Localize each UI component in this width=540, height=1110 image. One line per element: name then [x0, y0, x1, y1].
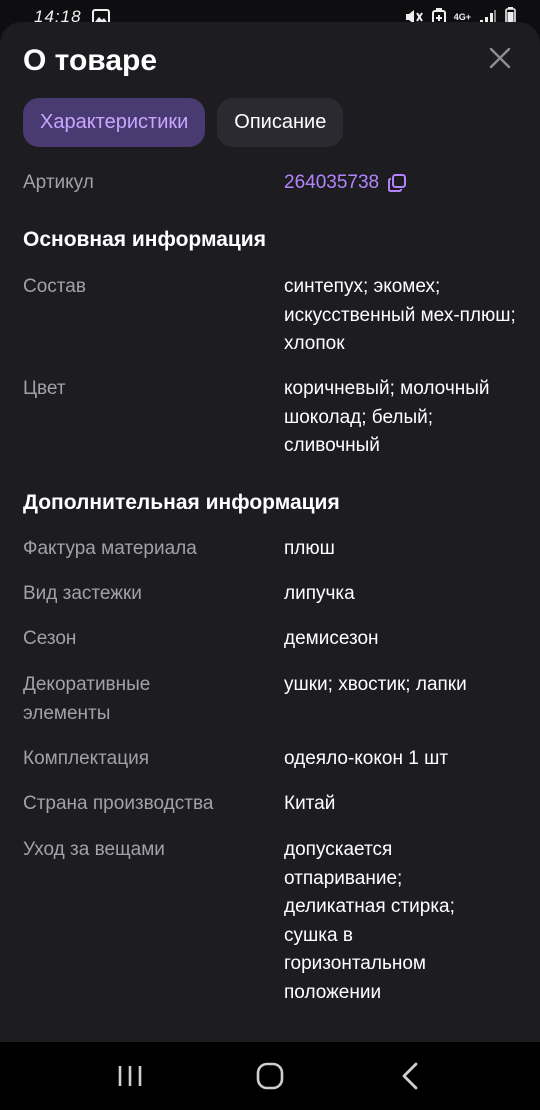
close-button[interactable]: [484, 42, 516, 74]
spec-value: допускается отпаривание; деликатная стир…: [284, 839, 455, 1003]
tab-description[interactable]: Описание: [217, 98, 344, 147]
spec-value: коричневый; молочный шоколад; белый; сли…: [284, 378, 490, 456]
spec-label: Состав: [23, 276, 86, 297]
spec-value: Китай: [284, 793, 336, 814]
spec-label: Декоративные элементы: [23, 674, 151, 724]
product-info-sheet: О товаре Характеристики Описание Артикул…: [0, 22, 540, 1042]
copy-icon: [388, 174, 407, 193]
navigation-bar: [0, 1042, 540, 1110]
spec-row: Уход за вещами допускается отпаривание; …: [23, 836, 523, 1007]
spec-row: Фактура материала плюш: [23, 535, 523, 564]
tab-characteristics[interactable]: Характеристики: [23, 98, 206, 147]
spec-row: Страна производства Китай: [23, 790, 523, 819]
spec-row: Комплектация одеяло-кокон 1 шт: [23, 745, 523, 774]
spec-row: Состав синтепух; экомех; искусственный м…: [23, 273, 523, 359]
section-title-main: Основная информация: [23, 228, 266, 251]
spec-value: одеяло-кокон 1 шт: [284, 748, 449, 769]
article-copy-button[interactable]: 264035738: [284, 169, 407, 198]
spec-label: Вид застежки: [23, 583, 142, 604]
back-icon: [402, 1062, 418, 1090]
recent-apps-icon: [118, 1066, 142, 1086]
spec-label: Уход за вещами: [23, 839, 165, 860]
spec-label: Сезон: [23, 628, 77, 649]
sheet-title: О товаре: [23, 44, 158, 77]
home-icon: [256, 1062, 284, 1090]
spec-row: Вид застежки липучка: [23, 580, 523, 609]
spec-value: синтепух; экомех; искусственный мех-плюш…: [284, 276, 516, 354]
section-title-additional: Дополнительная информация: [23, 491, 340, 514]
back-button[interactable]: [380, 1051, 440, 1101]
spec-value: плюш: [284, 538, 335, 559]
article-value: 264035738: [284, 172, 380, 193]
tabs: Характеристики Описание: [23, 98, 344, 147]
spec-label: Фактура материала: [23, 538, 197, 559]
spec-value: ушки; хвостик; лапки: [284, 674, 467, 695]
home-button[interactable]: [240, 1051, 300, 1101]
spec-value: демисезон: [284, 628, 379, 649]
spec-value: липучка: [284, 583, 355, 604]
spec-label: Комплектация: [23, 748, 150, 769]
close-icon: [489, 47, 511, 69]
recent-apps-button[interactable]: [100, 1051, 160, 1101]
article-row: Артикул 264035738: [23, 169, 523, 198]
spec-row: Сезон демисезон: [23, 625, 523, 654]
spec-label: Цвет: [23, 378, 66, 399]
article-label: Артикул: [23, 172, 94, 193]
spec-row: Цвет коричневый; молочный шоколад; белый…: [23, 375, 523, 461]
spec-row: Декоративные элементы ушки; хвостик; лап…: [23, 671, 523, 728]
spec-label: Страна производства: [23, 793, 214, 814]
